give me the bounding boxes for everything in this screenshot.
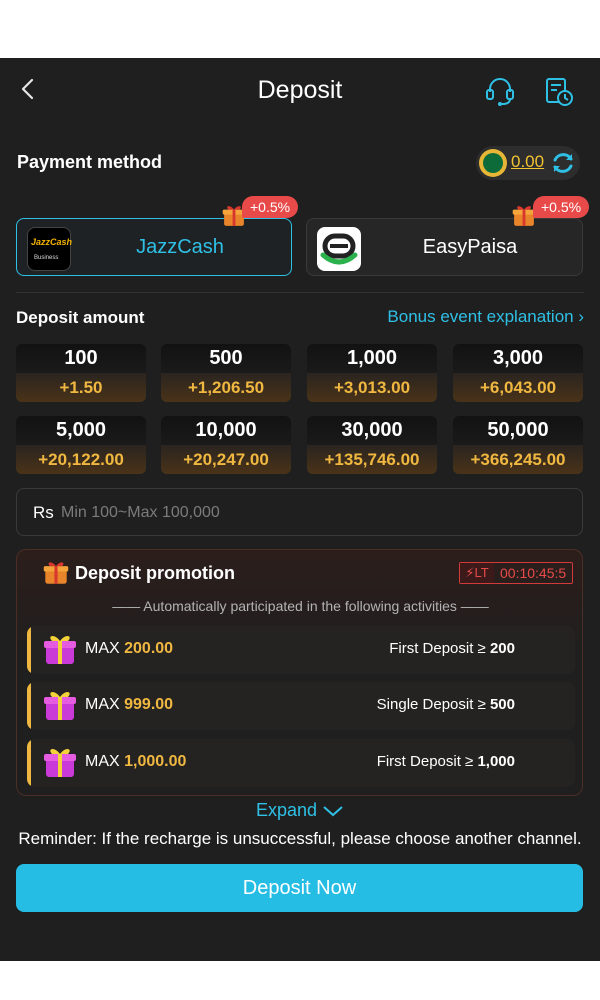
chevron-down-icon [323,806,343,817]
promotion-item: MAX 200.00 First Deposit ≥ 200 [27,626,575,674]
payment-option-easypaisa[interactable]: EasyPaisa [306,218,583,276]
amount-value: 30,000 [307,416,437,445]
pakistan-flag-icon [479,149,507,177]
max-value: 200.00 [124,640,174,657]
promotion-item: MAX 999.00 Single Deposit ≥ 500 [27,682,575,730]
screen: Deposit Payment method 0.00 JazzCash Bus… [0,0,600,1000]
amount-option[interactable]: 30,000 +135,746.00 [307,416,437,474]
amount-bonus: +3,013.00 [307,373,437,402]
promotion-subtitle: —— Automatically participated in the fol… [112,598,489,614]
payment-method-label: Payment method [17,152,163,172]
customer-service-button[interactable] [484,74,516,108]
amount-option[interactable]: 1,000 +3,013.00 [307,344,437,402]
payment-option-name: EasyPaisa [422,236,518,258]
refresh-balance-button[interactable] [550,150,576,176]
max-label: MAX [85,753,120,770]
balance-pill: 0.00 [476,146,580,180]
bonus-event-link[interactable]: Bonus event explanation › [387,307,584,327]
deposit-record-icon [546,78,573,106]
amount-bonus: +1,206.50 [161,373,291,402]
divider [16,292,584,293]
bonus-badge: +0.5% [533,196,590,218]
condition-label: Single Deposit ≥ [376,696,486,713]
gift-icon [43,746,77,780]
payment-option-name: JazzCash [136,236,224,258]
amount-input-box: Rs [16,488,583,536]
easypaisa-logo [317,227,361,271]
amount-bonus: +6,043.00 [453,373,583,402]
amount-option[interactable]: 100 +1.50 [16,344,146,402]
amount-bonus: +20,247.00 [161,445,291,474]
customer-service-icon [486,78,514,106]
amount-option[interactable]: 3,000 +6,043.00 [453,344,583,402]
amount-bonus: +1.50 [16,373,146,402]
amount-bonus: +20,122.00 [16,445,146,474]
amount-value: 50,000 [453,416,583,445]
refresh-icon [553,153,573,173]
amount-value: 100 [16,344,146,373]
max-value: 999.00 [124,696,174,713]
condition-label: First Deposit ≥ [389,640,486,657]
condition-threshold: 200 [489,640,515,657]
deposit-promotion-panel: Deposit promotion ⚡LT 00:10:45:5 —— Auto… [16,549,583,796]
condition-threshold: 1,000 [477,753,515,770]
amount-value: 3,000 [453,344,583,373]
promotion-item: MAX 1,000.00 First Deposit ≥ 1,000 [27,739,575,787]
gift-icon [43,560,69,586]
expand-label: Expand [255,800,318,820]
bonus-badge: +0.5% [242,196,299,218]
amount-option[interactable]: 5,000 +20,122.00 [16,416,146,474]
max-label: MAX [85,696,120,713]
amount-value: 5,000 [16,416,146,445]
reminder-text: Reminder: If the recharge is unsuccessfu… [18,829,582,848]
deposit-amount-label: Deposit amount [16,308,145,327]
lightning-icon: ⚡LT [460,563,494,583]
promotion-timer: ⚡LT 00:10:45:5 [459,562,574,584]
amount-option[interactable]: 50,000 +366,245.00 [453,416,583,474]
balance-value: 0.00 [511,152,545,171]
amount-bonus: +135,746.00 [307,445,437,474]
promotion-title: Deposit promotion [75,563,235,583]
expand-button[interactable]: Expand [0,800,600,821]
amount-value: 500 [161,344,291,373]
amount-bonus: +366,245.00 [453,445,583,474]
payment-option-jazzcash[interactable]: JazzCash Business JazzCash [16,218,292,276]
amount-option[interactable]: 10,000 +20,247.00 [161,416,291,474]
amount-value: 1,000 [307,344,437,373]
deposit-record-button[interactable] [543,74,575,108]
deposit-now-button[interactable]: Deposit Now [16,864,583,912]
amount-input[interactable] [61,499,561,527]
amount-option[interactable]: 500 +1,206.50 [161,344,291,402]
max-label: MAX [85,640,120,657]
jazzcash-logo: JazzCash Business [27,227,72,271]
max-value: 1,000.00 [124,753,187,770]
condition-label: First Deposit ≥ [376,753,474,770]
gift-icon [43,633,77,667]
timer-value: 00:10:45:5 [500,565,567,581]
amount-value: 10,000 [161,416,291,445]
condition-threshold: 500 [489,696,515,713]
currency-label: Rs [33,503,54,522]
gift-icon [43,689,77,723]
deposit-page: Deposit Payment method 0.00 JazzCash Bus… [0,58,600,961]
